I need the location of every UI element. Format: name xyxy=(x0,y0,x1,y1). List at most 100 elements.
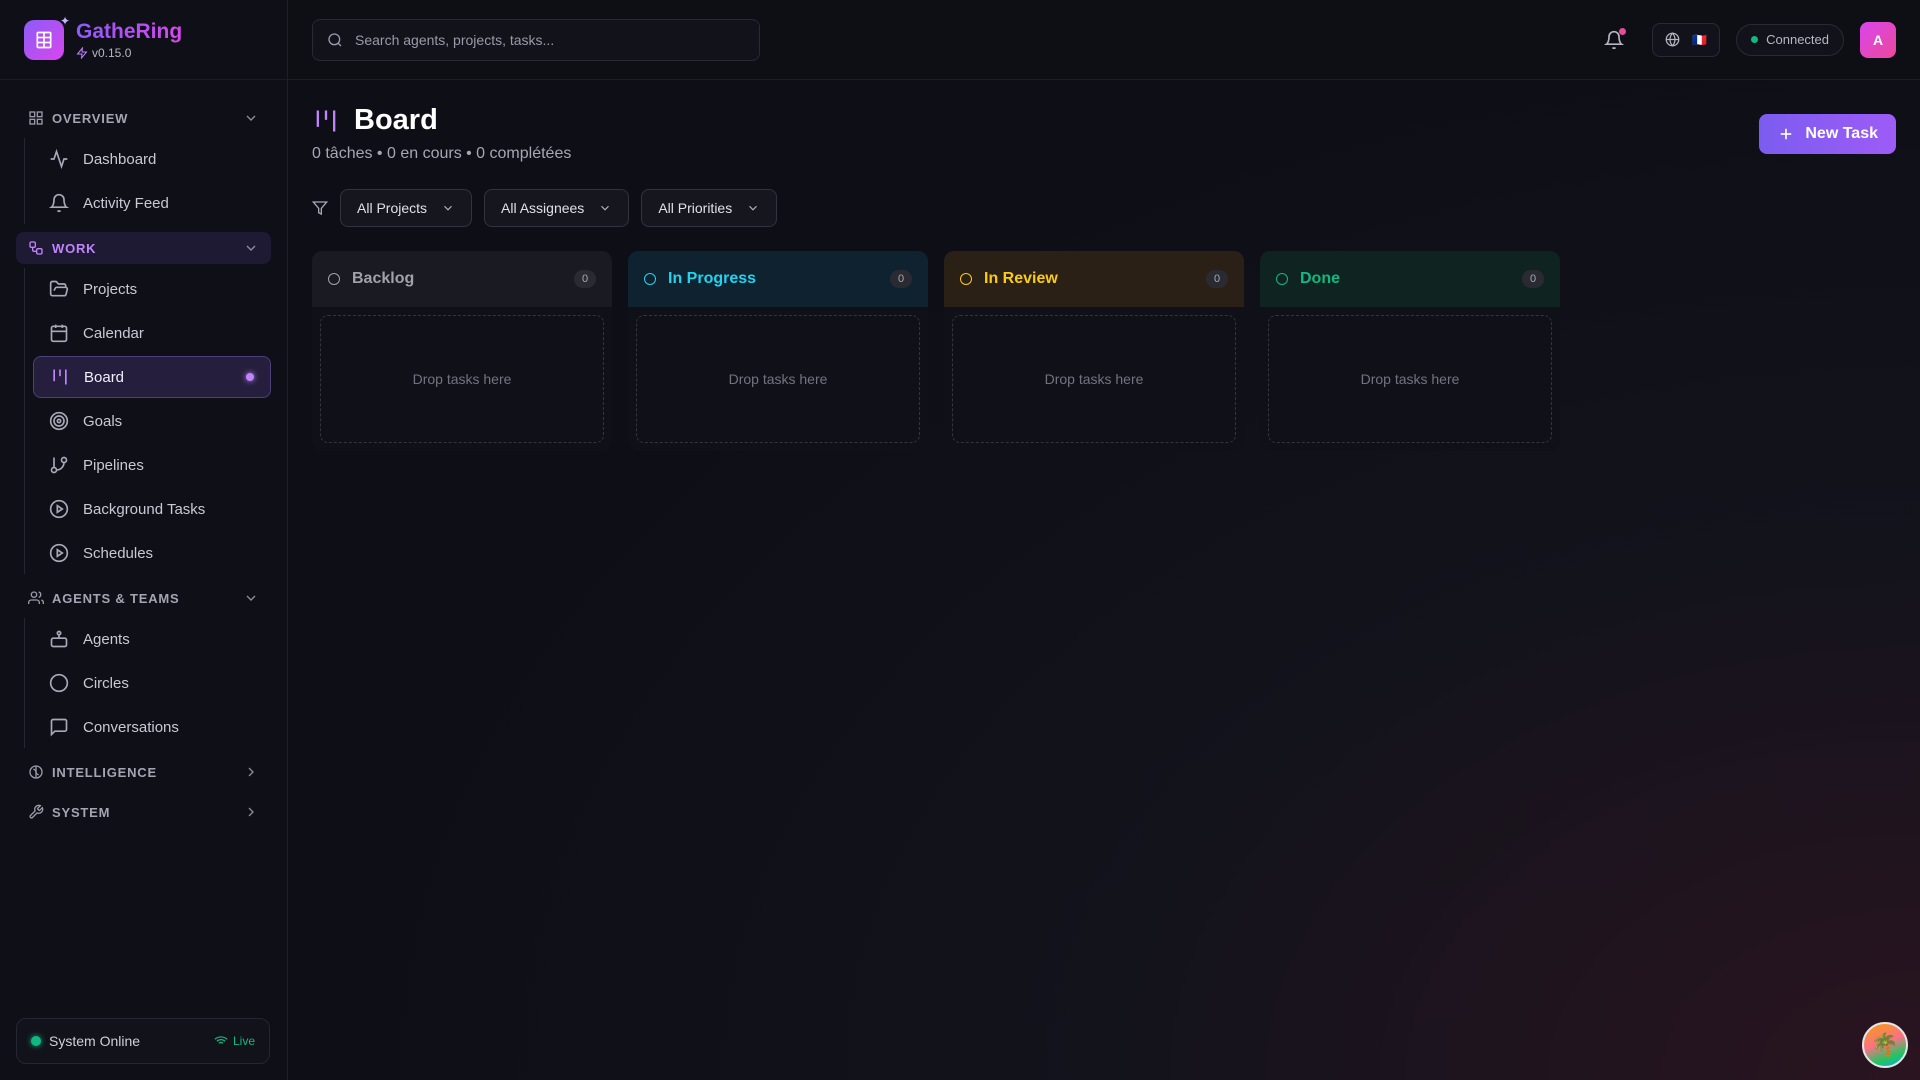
sidebar-item-agents[interactable]: Agents xyxy=(33,618,271,660)
column-in-progress: In Progress 0 Drop tasks here xyxy=(628,251,928,451)
section-agents-teams[interactable]: AGENTS & TEAMS xyxy=(16,582,271,614)
column-title: Backlog xyxy=(352,270,415,287)
sparkle-icon: ✦ xyxy=(59,13,70,28)
notifications-button[interactable] xyxy=(1602,27,1627,52)
status-ring-icon xyxy=(960,273,972,285)
assistant-avatar[interactable]: 🌴 xyxy=(1862,1022,1908,1068)
section-intelligence[interactable]: INTELLIGENCE xyxy=(16,756,271,788)
status-dot xyxy=(31,1036,41,1046)
main-content: 🇫🇷 Connected A Board 0 tâches • 0 en cou… xyxy=(288,0,1920,1080)
play-circle-icon xyxy=(49,543,69,563)
wrench-icon xyxy=(28,804,44,820)
target-icon xyxy=(49,411,69,431)
calendar-icon xyxy=(49,323,69,343)
page-title: Board xyxy=(354,104,438,136)
column-count: 0 xyxy=(1206,270,1228,288)
sidebar-item-board[interactable]: Board xyxy=(33,356,271,398)
status-ring-icon xyxy=(644,273,656,285)
wifi-icon xyxy=(214,1036,228,1044)
brand-logo: ✦ xyxy=(24,14,70,60)
dropzone[interactable]: Drop tasks here xyxy=(636,315,920,443)
sidebar-item-circles[interactable]: Circles xyxy=(33,662,271,704)
brain-icon xyxy=(28,764,44,780)
sidebar-item-background-tasks[interactable]: Background Tasks xyxy=(33,488,271,530)
new-task-button[interactable]: New Task xyxy=(1759,114,1896,154)
chevron-down-icon xyxy=(746,201,760,215)
section-work[interactable]: WORK xyxy=(16,232,271,264)
circle-icon xyxy=(49,673,69,693)
filter-bar: All Projects All Assignees All Prioritie… xyxy=(312,189,1896,227)
column-count: 0 xyxy=(1522,270,1544,288)
dropzone[interactable]: Drop tasks here xyxy=(1268,315,1552,443)
column-backlog: Backlog 0 Drop tasks here xyxy=(312,251,612,451)
sidebar: ✦ GatheRing v0.15.0 OVERVIEW Dashboard A… xyxy=(0,0,288,1080)
sidebar-item-calendar[interactable]: Calendar xyxy=(33,312,271,354)
folder-open-icon xyxy=(49,279,69,299)
connection-label: Connected xyxy=(1766,32,1829,47)
column-header: Backlog 0 xyxy=(312,251,612,307)
column-title: Done xyxy=(1300,270,1340,287)
layout-grid-icon xyxy=(28,110,44,126)
brand-name: GatheRing xyxy=(76,19,183,43)
sidebar-item-pipelines[interactable]: Pipelines xyxy=(33,444,271,486)
status-ring-icon xyxy=(328,273,340,285)
column-count: 0 xyxy=(890,270,912,288)
column-title: In Progress xyxy=(668,270,757,287)
board-page: Board 0 tâches • 0 en cours • 0 complété… xyxy=(288,80,1920,475)
chevron-down-icon xyxy=(243,240,259,256)
brand[interactable]: ✦ GatheRing v0.15.0 xyxy=(0,0,287,80)
column-header: In Progress 0 xyxy=(628,251,928,307)
play-circle-icon xyxy=(49,499,69,519)
plus-icon xyxy=(1781,128,1792,140)
chevron-right-icon xyxy=(243,804,259,820)
chevron-down-icon xyxy=(243,110,259,126)
assignees-filter[interactable]: All Assignees xyxy=(484,189,630,227)
kanban-board: Backlog 0 Drop tasks here In Progress 0 … xyxy=(312,251,1896,451)
bot-icon xyxy=(49,629,69,649)
active-indicator xyxy=(246,373,254,381)
git-branch-icon xyxy=(49,455,69,475)
globe-icon xyxy=(1665,32,1680,47)
page-subtitle: 0 tâches • 0 en cours • 0 complétées xyxy=(312,145,572,162)
search-input[interactable] xyxy=(355,31,735,48)
section-system[interactable]: SYSTEM xyxy=(16,796,271,828)
chevron-down-icon xyxy=(441,201,455,215)
chevron-right-icon xyxy=(243,764,259,780)
priorities-filter[interactable]: All Priorities xyxy=(641,189,778,227)
activity-icon xyxy=(49,149,69,169)
search-icon xyxy=(327,32,343,48)
language-selector[interactable]: 🇫🇷 xyxy=(1652,22,1721,57)
section-overview[interactable]: OVERVIEW xyxy=(16,102,271,134)
system-status-label: System Online xyxy=(49,1033,141,1049)
bell-icon xyxy=(49,193,69,213)
system-status: System Online Live xyxy=(16,1018,270,1064)
workflow-icon xyxy=(28,240,44,256)
live-label: Live xyxy=(232,1034,255,1048)
sidebar-item-projects[interactable]: Projects xyxy=(33,268,271,310)
column-count: 0 xyxy=(574,270,596,288)
sidebar-item-goals[interactable]: Goals xyxy=(33,400,271,442)
dropzone[interactable]: Drop tasks here xyxy=(952,315,1236,443)
projects-filter[interactable]: All Projects xyxy=(340,189,473,227)
column-done: Done 0 Drop tasks here xyxy=(1260,251,1560,451)
column-header: In Review 0 xyxy=(944,251,1244,307)
kanban-icon xyxy=(50,367,70,387)
user-avatar[interactable]: A xyxy=(1860,21,1896,58)
sidebar-item-conversations[interactable]: Conversations xyxy=(33,706,271,748)
brand-version: v0.15.0 xyxy=(92,45,132,60)
search-box[interactable] xyxy=(312,18,760,61)
filter-icon xyxy=(312,200,328,216)
kanban-icon xyxy=(312,107,340,135)
column-in-review: In Review 0 Drop tasks here xyxy=(944,251,1244,451)
topbar: 🇫🇷 Connected A xyxy=(288,0,1920,80)
zap-icon xyxy=(76,46,88,59)
status-ring-icon xyxy=(1276,273,1288,285)
message-square-icon xyxy=(49,717,69,737)
sidebar-item-activity-feed[interactable]: Activity Feed xyxy=(33,182,271,224)
chevron-down-icon xyxy=(243,590,259,606)
dropzone[interactable]: Drop tasks here xyxy=(320,315,604,443)
users-icon xyxy=(28,590,44,606)
sidebar-item-dashboard[interactable]: Dashboard xyxy=(33,138,271,180)
sidebar-item-schedules[interactable]: Schedules xyxy=(33,532,271,574)
notification-badge xyxy=(1619,27,1627,35)
